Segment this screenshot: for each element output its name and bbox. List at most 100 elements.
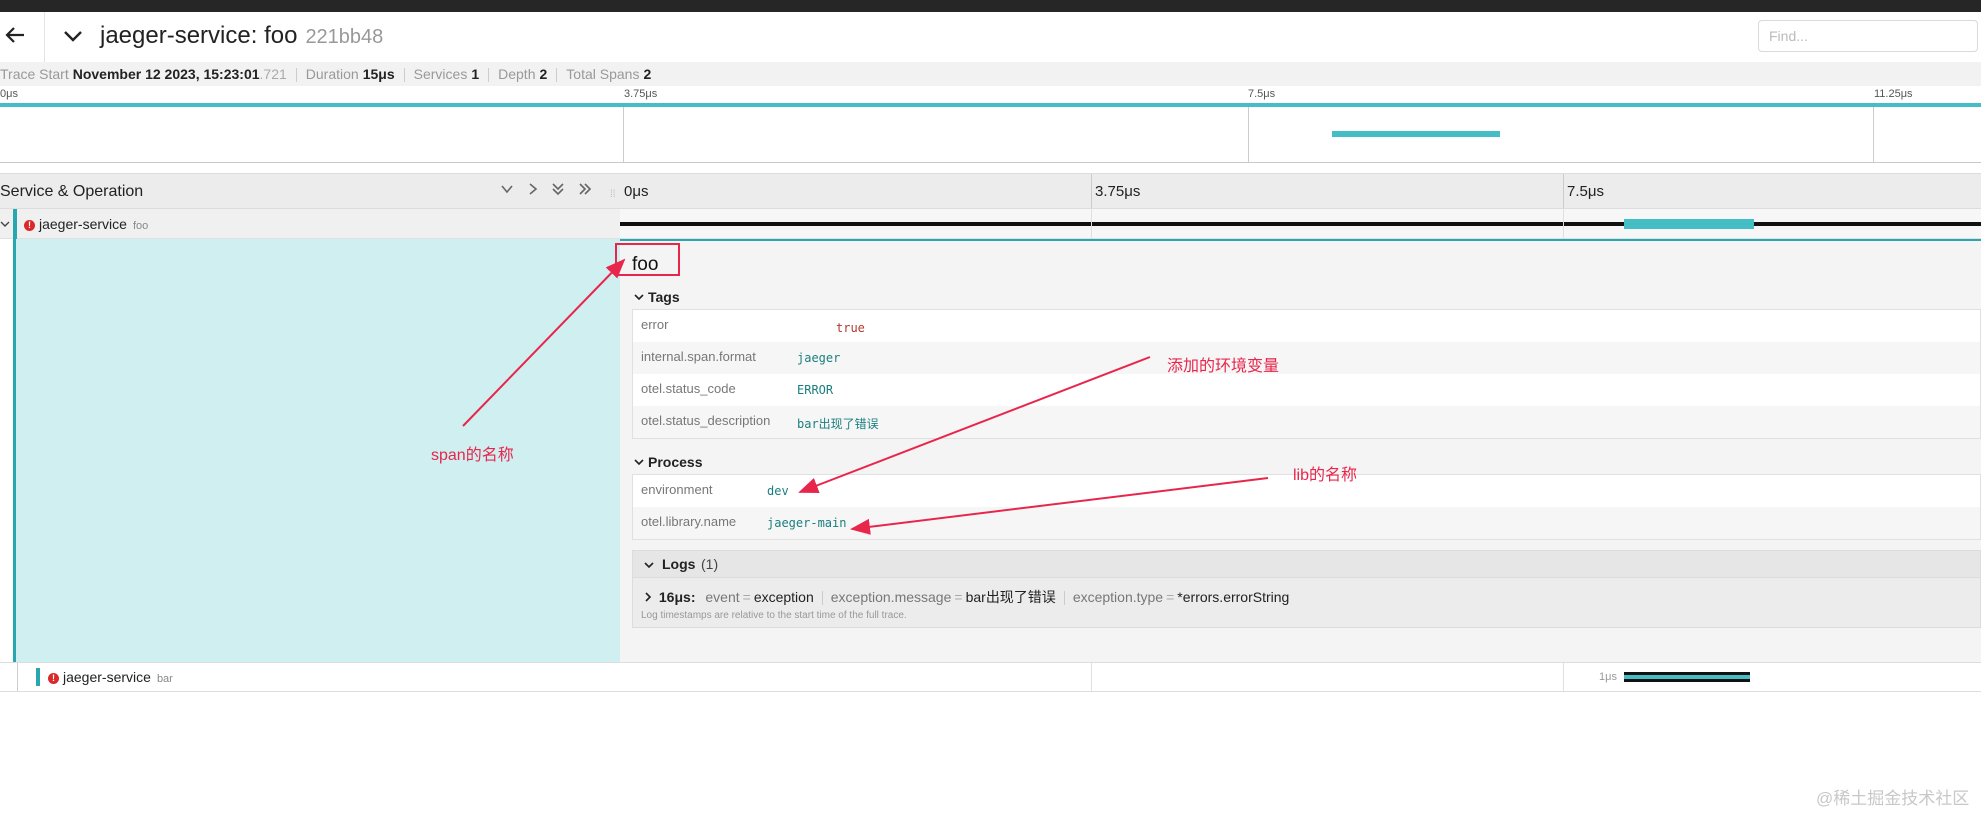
minimap-ticks: 0μs 3.75μs 7.5μs 11.25μs: [0, 86, 1981, 103]
tag-key: otel.status_description: [641, 413, 771, 428]
minimap-gridline: [623, 107, 624, 162]
chevron-down-icon[interactable]: [62, 26, 82, 46]
minimap-span-bar: [1332, 131, 1500, 137]
log-key: exception.message: [830, 589, 952, 605]
timeline-gridline: [1091, 174, 1092, 208]
logs-count: (1): [701, 556, 719, 572]
summary-separator: [488, 68, 490, 83]
process-section-header[interactable]: Process: [634, 454, 702, 470]
tag-value: true: [836, 321, 865, 335]
total-spans-label: Total Spans: [566, 66, 640, 82]
back-arrow-icon[interactable]: [4, 24, 30, 50]
tag-key: error: [641, 317, 669, 332]
trace-start-label: Trace Start: [0, 66, 69, 82]
timeline-gridline: [1563, 174, 1564, 208]
log-value: *errors.errorString: [1177, 589, 1290, 605]
expand-all-icon[interactable]: [578, 182, 592, 200]
chevron-down-icon: [634, 454, 648, 470]
trace-start-ms: .721: [259, 66, 287, 82]
annotation-highlight-box: [615, 243, 680, 276]
chevron-right-icon: [643, 589, 657, 605]
error-icon: !: [48, 673, 59, 684]
summary-separator: [403, 68, 405, 83]
table-row: otel.status_code ERROR: [633, 374, 1980, 406]
tags-section-header[interactable]: Tags: [634, 289, 680, 305]
span-row-bar[interactable]: ! jaeger-service bar: [0, 662, 620, 692]
trace-id: 221bb48: [305, 26, 384, 48]
depth-value: 2: [539, 66, 548, 82]
trace-title: jaeger-service: foo: [100, 22, 298, 49]
trace-summary: Trace Start November 12 2023, 15:23:01.72…: [0, 62, 1981, 86]
tree-guide-line: [17, 663, 18, 691]
timeline-tick: 7.5μs: [1567, 183, 1604, 200]
summary-separator: [295, 68, 297, 83]
minimap-gridline: [1873, 107, 1874, 162]
log-entry[interactable]: 16μs: event = exception exception.message = b…: [643, 587, 1289, 607]
table-row: otel.status_description bar出现了错误: [633, 406, 1980, 438]
resize-handle-icon[interactable]: ⁞⁞: [610, 189, 616, 200]
tag-key: internal.span.format: [641, 349, 756, 364]
trace-header: jaeger-service: foo 221bb48 Find...: [0, 12, 1981, 63]
minimap-tick: 3.75μs: [624, 88, 658, 100]
process-key: otel.library.name: [641, 514, 737, 529]
span-detail-left-pane: [16, 239, 620, 662]
annotation-lib-name: lib的名称: [1293, 467, 1358, 484]
tag-value: ERROR: [797, 383, 834, 397]
timeline-tick: 3.75μs: [1095, 183, 1141, 200]
minimap-gridline: [1248, 107, 1249, 162]
duration-value: 15μs: [362, 66, 395, 82]
expand-one-icon[interactable]: [526, 182, 540, 200]
error-icon: !: [24, 220, 35, 231]
chevron-down-icon: [634, 289, 648, 305]
minimap-tick: 0μs: [0, 88, 18, 100]
span-label[interactable]: ! jaeger-service bar: [48, 669, 173, 685]
collapse-one-icon[interactable]: [500, 182, 514, 200]
span-row-foo[interactable]: ! jaeger-service foo: [0, 209, 620, 239]
service-operation-label: Service & Operation: [0, 183, 144, 200]
log-equals: =: [742, 589, 751, 605]
services-label: Services: [413, 66, 468, 82]
duration-label: Duration: [305, 66, 359, 82]
page-title: jaeger-service: foo 221bb48: [100, 22, 383, 50]
top-bar: [0, 0, 1981, 12]
timeline-gridline: [1563, 209, 1564, 238]
span-bar: [620, 222, 1981, 226]
log-key: exception.type: [1072, 589, 1164, 605]
log-value: exception: [753, 589, 814, 605]
find-input[interactable]: Find...: [1758, 20, 1978, 52]
header-divider: [44, 12, 45, 62]
service-name: jaeger-service: [39, 216, 127, 232]
services-value: 1: [471, 66, 480, 82]
collapse-all-icon[interactable]: [551, 182, 565, 200]
total-spans-value: 2: [643, 66, 652, 82]
span-timeline-foo[interactable]: [620, 209, 1981, 239]
logs-header[interactable]: Logs (1): [633, 551, 1980, 578]
trace-start-date: November 12 2023, 15:23:01: [72, 66, 260, 82]
watermark: @稀土掘金技术社区: [1816, 789, 1970, 808]
service-color-stripe: [13, 209, 17, 239]
chevron-down-icon: [644, 557, 654, 575]
table-row: internal.span.format jaeger: [633, 342, 1980, 374]
span-bar: [1624, 672, 1750, 682]
span-label[interactable]: ! jaeger-service foo: [24, 216, 148, 232]
log-equals: =: [954, 589, 963, 605]
log-key: event: [705, 589, 740, 605]
log-value: bar出现了错误: [965, 589, 1056, 605]
timeline-gridline: [1563, 663, 1564, 691]
trace-minimap[interactable]: [0, 107, 1981, 163]
table-row: error true: [633, 310, 1980, 342]
process-title: Process: [648, 454, 703, 470]
process-value: dev: [767, 484, 789, 498]
annotation-span-name: span的名称: [431, 447, 514, 464]
logs-section: Logs (1) 16μs: event = exception exception.…: [632, 550, 1981, 628]
chevron-down-icon[interactable]: [0, 216, 10, 234]
timeline-gridline: [1091, 663, 1092, 691]
tag-value: bar出现了错误: [797, 417, 879, 431]
span-bar-highlight: [1624, 219, 1754, 229]
span-timeline-bar[interactable]: 1μs: [620, 662, 1981, 692]
tags-title: Tags: [648, 289, 680, 305]
log-time: 16μs:: [658, 589, 696, 605]
service-name: jaeger-service: [63, 669, 151, 685]
tags-table: error true internal.span.format jaeger o…: [632, 309, 1981, 439]
process-value: jaeger-main: [767, 516, 847, 530]
